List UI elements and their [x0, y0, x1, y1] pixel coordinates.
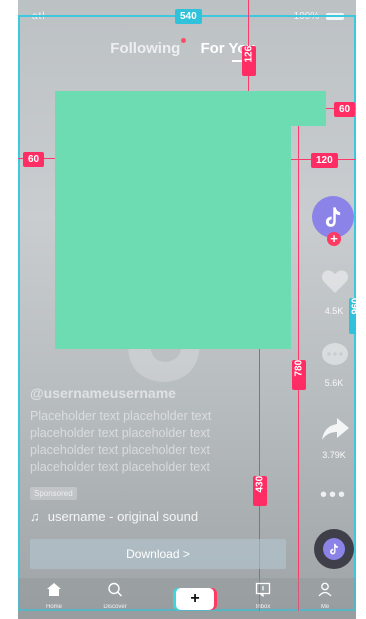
nav-discover-label: Discover [103, 604, 127, 610]
nav-inbox-label: Inbox [255, 604, 271, 610]
tiktok-note-small-icon [330, 543, 338, 555]
caption-line: placeholder text placeholder text [30, 460, 210, 474]
home-icon [47, 583, 61, 596]
content-placeholder-notch [291, 91, 326, 126]
right-margin-band [356, 0, 366, 619]
spec-top-offset-label: 126 [243, 45, 255, 63]
phone-screen: atl 100% Following For You 540 960 126 6… [0, 0, 366, 619]
spec-caption-height: 430 [253, 476, 267, 506]
create-button[interactable]: + [176, 588, 214, 610]
download-button[interactable]: Download > [30, 539, 286, 569]
nav-discover[interactable]: Discover [90, 582, 140, 610]
post-username[interactable]: @usernameusername [30, 385, 176, 401]
spec-right-rail: 120 [311, 153, 338, 168]
heart-icon[interactable] [320, 266, 350, 296]
nav-me-label: Me [320, 604, 330, 610]
sponsored-badge: Sponsored [30, 487, 77, 500]
sound-row[interactable]: ♫ username - original sound [30, 509, 198, 524]
spec-top-offset: 126 [242, 46, 256, 76]
profile-icon [318, 582, 332, 597]
nav-home-label: Home [45, 604, 62, 610]
caption-line: placeholder text placeholder text [30, 426, 210, 440]
more-options-icon[interactable]: ••• [320, 484, 347, 507]
share-icon[interactable] [320, 414, 350, 444]
follow-plus-button[interactable]: + [327, 232, 341, 246]
caption-line: Placeholder text placeholder text [30, 409, 212, 423]
like-count: 4.5K [324, 306, 344, 316]
spec-caption-height-label: 430 [254, 475, 266, 493]
music-note-icon: ♫ [30, 509, 40, 524]
caption-line: placeholder text placeholder text [30, 443, 210, 457]
share-count: 3.79K [322, 450, 346, 460]
nav-home[interactable]: Home [29, 582, 79, 610]
nav-me[interactable]: Me [300, 582, 350, 610]
left-margin-band [0, 0, 18, 619]
music-disc[interactable] [314, 529, 354, 569]
spec-notch-size: 60 [334, 102, 356, 117]
tiktok-note-icon [325, 207, 341, 227]
bottom-nav: Home Discover + Inbox Me [18, 578, 356, 619]
search-icon [108, 582, 122, 597]
inbox-icon [255, 582, 271, 598]
spec-left-margin: 60 [23, 152, 45, 167]
spec-content-height-label: 780 [293, 359, 305, 377]
comment-count: 5.6K [324, 378, 344, 388]
music-disc-avatar [323, 538, 345, 560]
content-placeholder [55, 91, 291, 349]
comment-icon[interactable] [320, 340, 350, 370]
sound-label: username - original sound [47, 509, 199, 524]
post-caption: Placeholder text placeholder text placeh… [30, 408, 290, 476]
spec-screen-width: 540 [175, 9, 202, 24]
nav-inbox[interactable]: Inbox [238, 582, 288, 610]
